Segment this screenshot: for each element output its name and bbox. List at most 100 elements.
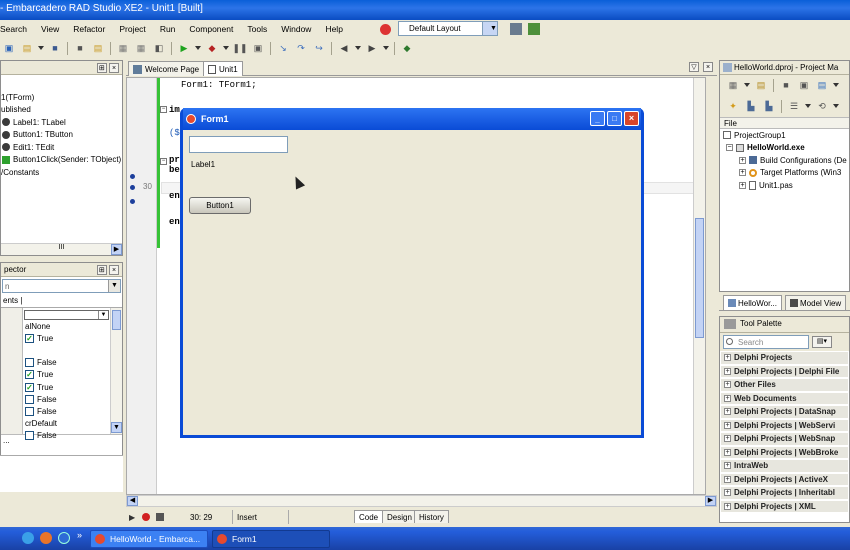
editor-scroll-thumb[interactable] xyxy=(695,218,704,338)
expand-icon[interactable]: + xyxy=(724,448,731,456)
menu-search[interactable]: Search xyxy=(0,24,34,34)
run-status-icon[interactable]: ▶ xyxy=(129,513,135,522)
expand-icon[interactable]: + xyxy=(724,381,731,389)
palette-group[interactable]: + Delphi Projects | WebBroke xyxy=(720,445,849,459)
project-column-header[interactable]: File xyxy=(720,117,849,129)
structure-pin-icon[interactable]: ⊞ xyxy=(96,63,107,73)
inspector-pin-icon[interactable]: ⊞ xyxy=(96,265,107,275)
close-button[interactable]: × xyxy=(624,111,639,126)
palette-group[interactable]: + Delphi Projects | Inheritabl xyxy=(720,486,849,500)
palette-group[interactable]: + Web Documents xyxy=(720,391,849,405)
structure-item[interactable]: ublished xyxy=(1,104,122,117)
palette-group[interactable]: + Delphi Projects | Delphi File xyxy=(720,364,849,378)
tree-item[interactable]: + Target Platforms (Win3 xyxy=(720,167,849,180)
menu-component[interactable]: Component xyxy=(182,24,240,34)
tab-model-view[interactable]: Model View xyxy=(785,295,847,310)
sync-icon[interactable]: ⟲ xyxy=(815,100,829,113)
maximize-button[interactable]: □ xyxy=(607,111,622,126)
run-icon[interactable]: ▶ xyxy=(177,42,191,55)
back-dropdown-icon[interactable] xyxy=(355,46,361,50)
stop-icon[interactable]: ▣ xyxy=(251,42,265,55)
palette-group[interactable]: + Delphi Projects | ActiveX xyxy=(720,472,849,486)
expand-icon[interactable]: + xyxy=(724,394,731,402)
options-icon[interactable]: ▣ xyxy=(797,79,811,92)
run-dropdown-icon[interactable] xyxy=(195,46,201,50)
layout-combo-arrow[interactable]: ▼ xyxy=(482,22,497,35)
save-icon[interactable]: ■ xyxy=(48,42,62,55)
inspector-value-row[interactable]: ✓ True xyxy=(25,332,57,344)
inspector-value-row[interactable]: alNone xyxy=(25,320,57,332)
menu-window[interactable]: Window xyxy=(274,24,318,34)
structure-hscrollbar[interactable]: III ▶ xyxy=(1,243,122,255)
build-icon[interactable]: ✦ xyxy=(726,100,740,113)
tree-item[interactable]: + Build Configurations (De xyxy=(720,154,849,167)
tree-item[interactable]: + Unit1.pas xyxy=(720,179,849,192)
structure-item[interactable]: /Constants xyxy=(1,166,122,179)
inspector-vscrollbar[interactable]: ▼ xyxy=(110,308,122,434)
tab-project-manager[interactable]: HelloWor... xyxy=(723,295,782,310)
inspector-combo-arrow[interactable]: ▼ xyxy=(108,280,120,292)
sort-dropdown-icon[interactable] xyxy=(805,104,811,108)
palette-group[interactable]: + Delphi Projects | DataSnap xyxy=(720,405,849,419)
checkbox[interactable] xyxy=(25,406,34,416)
checkbox[interactable] xyxy=(25,394,34,404)
inspector-value-row[interactable]: ✓ True xyxy=(25,369,57,381)
view-icon[interactable]: ▤ xyxy=(815,79,829,92)
step-over-icon[interactable]: ↪ xyxy=(312,42,326,55)
tree-item[interactable]: ProjectGroup1 xyxy=(720,129,849,142)
inspector-value-row[interactable]: False xyxy=(25,430,57,442)
sync-dropdown-icon[interactable] xyxy=(833,104,839,108)
editor-hscrollbar[interactable]: ◀ ▶ xyxy=(126,495,717,507)
record-status-icon[interactable] xyxy=(142,513,150,521)
inspector-scroll-thumb[interactable] xyxy=(112,310,121,330)
checkbox[interactable]: ✓ xyxy=(25,382,34,392)
editor-tab-list-icon[interactable]: ▽ xyxy=(689,62,699,72)
inspector-value-row[interactable]: False xyxy=(25,357,57,369)
structure-item[interactable]: Label1: TLabel xyxy=(1,116,122,129)
tab-unit1[interactable]: Unit1 xyxy=(203,61,243,76)
inspector-scroll-down-icon[interactable]: ▼ xyxy=(111,422,122,433)
tab-welcome-page[interactable]: Welcome Page xyxy=(128,61,205,76)
remove-icon[interactable]: ■ xyxy=(779,79,793,92)
forward-icon[interactable]: ▶ xyxy=(365,42,379,55)
structure-close-icon[interactable]: × xyxy=(109,63,119,73)
inspector-value-row[interactable]: ✓ True xyxy=(25,381,57,393)
new-icon[interactable]: ▣ xyxy=(2,42,16,55)
back-icon[interactable]: ◀ xyxy=(337,42,351,55)
expand-icon[interactable]: + xyxy=(724,462,731,470)
structure-item[interactable]: 1(TForm) xyxy=(1,91,122,104)
expand-icon[interactable]: + xyxy=(724,408,731,416)
inspector-object-combo[interactable]: n ▼ xyxy=(2,279,121,293)
expand-icon[interactable]: + xyxy=(724,502,731,510)
inspector-close-icon[interactable]: × xyxy=(109,265,119,275)
checkbox[interactable]: ✓ xyxy=(25,370,34,380)
sort-icon[interactable]: ☰ xyxy=(787,100,801,113)
view-unit-icon[interactable]: ▦ xyxy=(116,42,130,55)
taskbar-item-helloworld[interactable]: HelloWorld - Embarca... xyxy=(90,530,208,548)
expand-icon[interactable]: + xyxy=(724,367,731,375)
view-form-icon[interactable]: ▦ xyxy=(134,42,148,55)
save-all-icon[interactable]: ■ xyxy=(73,42,87,55)
tab-code[interactable]: Code xyxy=(354,510,384,523)
tab-history[interactable]: History xyxy=(414,510,449,523)
tree-item[interactable]: − HelloWorld.exe xyxy=(720,142,849,155)
inspector-edit-field[interactable]: ▼ xyxy=(24,310,109,320)
make-icon[interactable]: ▙ xyxy=(762,100,776,113)
help-ball-icon[interactable] xyxy=(379,23,391,35)
compile-icon[interactable]: ▙ xyxy=(744,100,758,113)
editor-close-icon[interactable]: × xyxy=(703,62,713,72)
ie-icon[interactable] xyxy=(22,532,34,544)
editor-vscrollbar[interactable] xyxy=(693,78,705,494)
button1[interactable]: Button1 xyxy=(189,197,251,214)
quicklaunch-more-icon[interactable]: » xyxy=(77,530,82,540)
desktop-save-icon[interactable] xyxy=(510,23,522,35)
desktop-set-icon[interactable] xyxy=(528,23,540,35)
stop-status-icon[interactable] xyxy=(156,513,164,521)
menu-tools[interactable]: Tools xyxy=(240,24,274,34)
checkbox[interactable] xyxy=(25,358,34,368)
view-dropdown-icon[interactable] xyxy=(833,83,839,87)
pause-icon[interactable]: ❚❚ xyxy=(232,42,247,55)
open-file-icon[interactable]: ▤ xyxy=(91,42,105,55)
palette-group[interactable]: + Delphi Projects | WebSnap xyxy=(720,432,849,446)
inspector-value-row[interactable] xyxy=(25,344,57,356)
